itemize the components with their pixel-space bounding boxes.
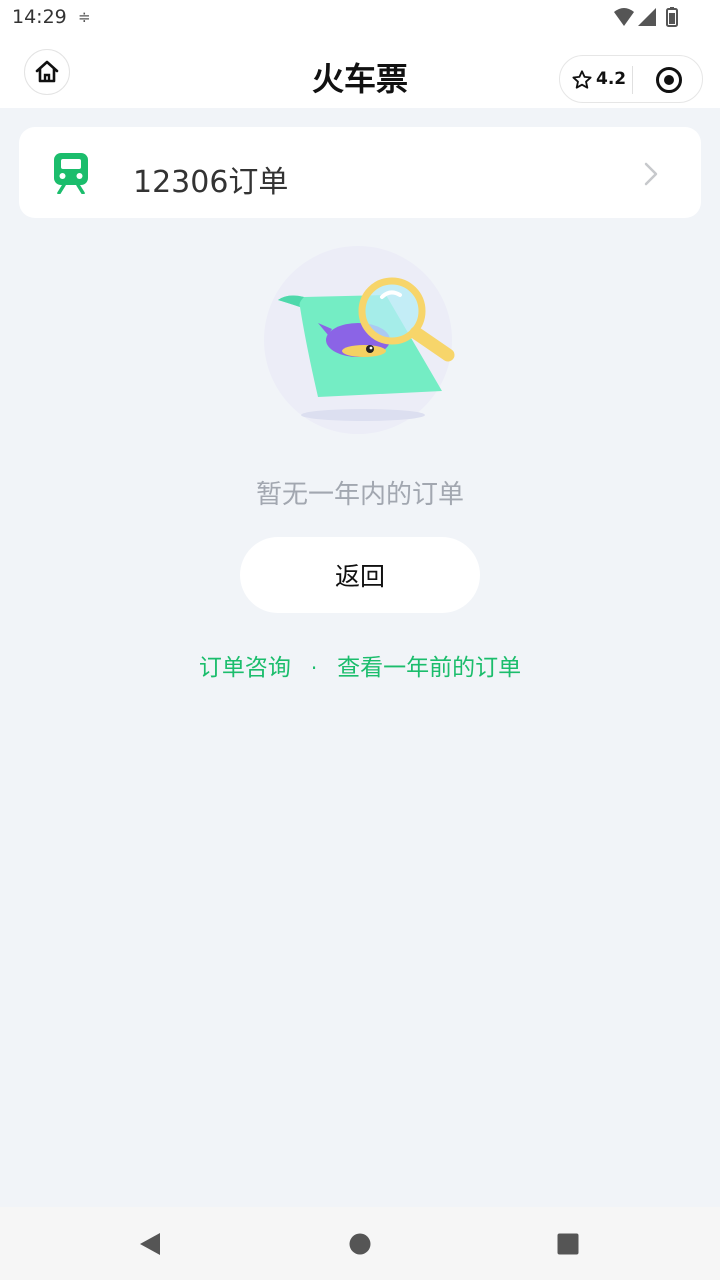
system-nav-bar — [0, 1207, 720, 1280]
status-bar: 14:29 ≑ — [0, 0, 720, 36]
back-button[interactable]: 返回 — [240, 537, 480, 613]
rating-value[interactable]: 4.2 — [596, 69, 626, 89]
order-consult-link[interactable]: 订单咨询 — [199, 655, 291, 681]
footer-links: 订单咨询 · 查看一年前的订单 — [0, 648, 720, 682]
signal-icon — [638, 8, 656, 26]
nav-bar: 火车票 4.2 — [0, 36, 720, 108]
order-card-12306[interactable]: 12306订单 — [19, 127, 701, 218]
link-separator: · — [310, 656, 318, 680]
back-triangle-icon[interactable] — [138, 1231, 162, 1261]
recents-square-icon[interactable] — [557, 1233, 579, 1259]
home-circle-icon[interactable] — [349, 1233, 371, 1259]
older-orders-link[interactable]: 查看一年前的订单 — [337, 655, 521, 681]
chevron-right-icon — [643, 161, 659, 191]
train-icon — [53, 152, 89, 198]
card-label: 12306订单 — [133, 165, 289, 200]
wifi-icon — [614, 8, 634, 26]
status-time: 14:29 — [12, 6, 67, 28]
miniapp-capsule: 4.2 — [559, 55, 703, 103]
target-icon[interactable] — [655, 66, 683, 98]
star-icon[interactable] — [571, 69, 593, 95]
empty-state-message: 暂无一年内的订单 — [255, 480, 464, 510]
settings-sliders-icon: ≑ — [78, 8, 91, 26]
status-icons — [612, 6, 682, 34]
capsule-divider — [632, 66, 633, 94]
battery-icon — [666, 7, 678, 27]
empty-state-illustration — [258, 245, 468, 444]
